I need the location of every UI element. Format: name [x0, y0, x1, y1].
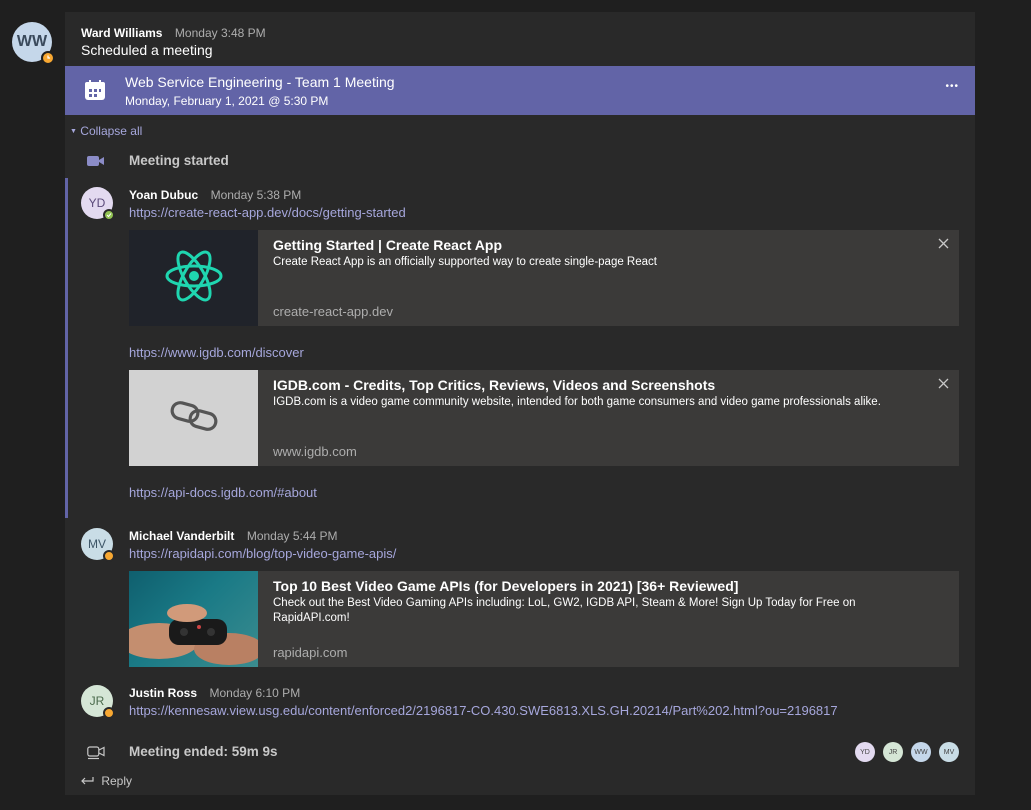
- avatar-michael-vanderbilt[interactable]: MV: [81, 528, 115, 562]
- status-away-icon: [103, 550, 115, 562]
- preview-title[interactable]: Getting Started | Create React App: [273, 237, 502, 253]
- preview-title[interactable]: IGDB.com - Credits, Top Critics, Reviews…: [273, 377, 715, 393]
- collapse-all-button[interactable]: ▼ Collapse all: [70, 124, 142, 138]
- preview-thumbnail: [129, 230, 258, 326]
- link-preview-card[interactable]: Getting Started | Create React App Creat…: [129, 230, 959, 326]
- link-preview-card[interactable]: Top 10 Best Video Game APIs (for Develop…: [129, 571, 959, 667]
- preview-description: Create React App is an officially suppor…: [273, 256, 657, 268]
- link-preview-card[interactable]: IGDB.com - Credits, Top Critics, Reviews…: [129, 370, 959, 466]
- message-link[interactable]: https://rapidapi.com/blog/top-video-game…: [129, 546, 396, 561]
- message-header: Yoan Dubuc Monday 5:38 PM: [129, 186, 301, 204]
- participant-avatar[interactable]: WW: [911, 742, 931, 762]
- author-name[interactable]: Yoan Dubuc: [129, 188, 198, 202]
- author-name[interactable]: Michael Vanderbilt: [129, 529, 234, 543]
- author-name[interactable]: Justin Ross: [129, 686, 197, 700]
- avatar-yoan-dubuc[interactable]: YD: [81, 187, 115, 221]
- more-options-button[interactable]: •••: [945, 81, 959, 92]
- calendar-icon: [84, 79, 106, 106]
- message-link[interactable]: https://api-docs.igdb.com/#about: [129, 485, 317, 500]
- video-camera-end-icon: [87, 744, 105, 765]
- preview-domain: www.igdb.com: [273, 444, 357, 459]
- thread-header: Ward Williams Monday 3:48 PM: [81, 24, 266, 42]
- preview-domain: create-react-app.dev: [273, 304, 393, 319]
- close-icon[interactable]: [938, 376, 949, 392]
- thread-accent-bar: [65, 178, 68, 518]
- meeting-started-text: Meeting started: [129, 153, 229, 168]
- participant-avatar[interactable]: JR: [883, 742, 903, 762]
- preview-description: Check out the Best Video Gaming APIs inc…: [273, 597, 856, 624]
- preview-thumbnail: [129, 370, 258, 466]
- message-link[interactable]: https://kennesaw.view.usg.edu/content/en…: [129, 703, 838, 718]
- header-text: Scheduled a meeting: [81, 42, 213, 58]
- participant-avatar[interactable]: YD: [855, 742, 875, 762]
- preview-description: IGDB.com is a video game community websi…: [273, 396, 881, 408]
- message-time: Monday 6:10 PM: [209, 686, 301, 700]
- caret-down-icon: ▼: [70, 128, 77, 135]
- message-header: Michael Vanderbilt Monday 5:44 PM: [129, 527, 338, 545]
- link-icon: [169, 399, 219, 438]
- meeting-banner[interactable]: Web Service Engineering - Team 1 Meeting…: [65, 66, 975, 115]
- message-link[interactable]: https://create-react-app.dev/docs/gettin…: [129, 205, 406, 220]
- message-link[interactable]: https://www.igdb.com/discover: [129, 345, 304, 360]
- participant-avatar[interactable]: MV: [939, 742, 959, 762]
- meeting-title[interactable]: Web Service Engineering - Team 1 Meeting: [125, 74, 395, 90]
- reply-arrow-icon: [80, 775, 94, 790]
- game-controller-photo: [129, 571, 258, 667]
- message-time: Monday 3:48 PM: [174, 26, 266, 40]
- meeting-datetime: Monday, February 1, 2021 @ 5:30 PM: [125, 94, 329, 108]
- preview-domain: rapidapi.com: [273, 645, 348, 660]
- react-logo-icon: [164, 248, 224, 309]
- author-name[interactable]: Ward Williams: [81, 26, 162, 40]
- status-available-icon: [103, 209, 115, 221]
- preview-title[interactable]: Top 10 Best Video Game APIs (for Develop…: [273, 578, 738, 594]
- message-time: Monday 5:38 PM: [210, 188, 302, 202]
- reply-button[interactable]: Reply: [80, 774, 132, 790]
- status-away-icon: [41, 51, 55, 65]
- status-away-icon: [103, 707, 115, 719]
- meeting-ended-text: Meeting ended: 59m 9s: [129, 744, 278, 759]
- avatar-ward-williams[interactable]: WW: [12, 22, 55, 65]
- close-icon[interactable]: [938, 236, 949, 252]
- message-time: Monday 5:44 PM: [246, 529, 338, 543]
- video-camera-icon: [87, 154, 105, 173]
- message-header: Justin Ross Monday 6:10 PM: [129, 684, 300, 702]
- avatar-justin-ross[interactable]: JR: [81, 685, 115, 719]
